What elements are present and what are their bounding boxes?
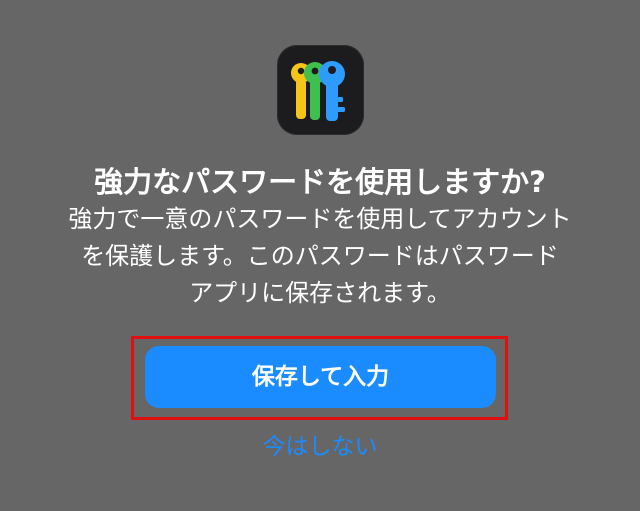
message-line: アプリに保存されます。 (189, 279, 451, 307)
save-and-fill-button[interactable]: 保存して入力 (145, 346, 496, 408)
message-line: を保護します。このパスワードはパスワード (81, 242, 559, 270)
blue-key-icon (319, 61, 345, 121)
dialog-message: 強力で一意のパスワードを使用してアカウント を保護します。このパスワードはパスワ… (40, 201, 600, 312)
not-now-button[interactable]: 今はしない (0, 427, 640, 467)
dialog-title: 強力なパスワードを使用しますか? (94, 165, 546, 199)
password-suggestion-sheet: 強力なパスワードを使用しますか? 強力で一意のパスワードを使用してアカウント を… (0, 0, 640, 511)
keys-icon (291, 61, 345, 121)
passwords-app-icon (277, 45, 364, 135)
message-line: 強力で一意のパスワードを使用してアカウント (68, 205, 572, 233)
